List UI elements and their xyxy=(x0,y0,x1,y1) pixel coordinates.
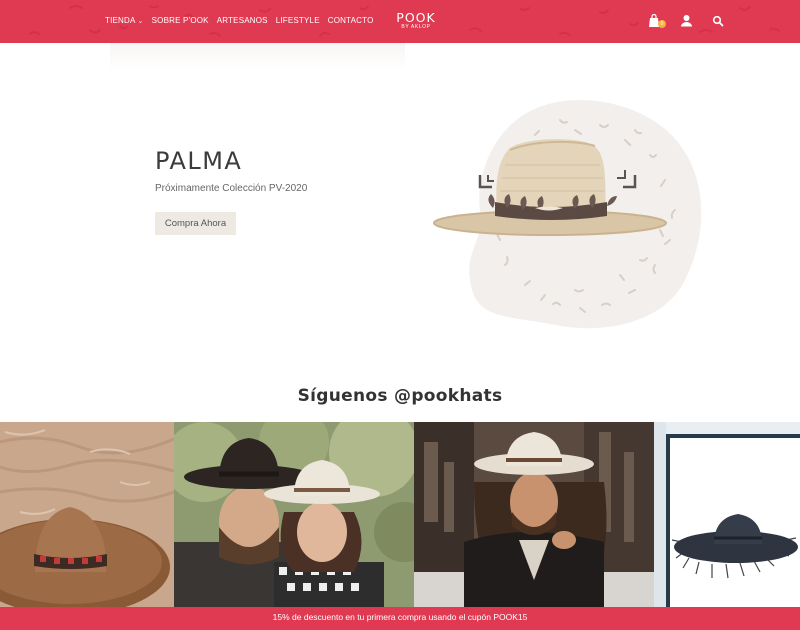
nav-item-contacto[interactable]: CONTACTO xyxy=(328,16,374,25)
nav-item-lifestyle[interactable]: LIFESTYLE xyxy=(276,16,320,25)
instagram-photo-hat-on-sand[interactable] xyxy=(0,422,174,608)
shopping-bag-icon[interactable]: 0 xyxy=(648,13,666,28)
user-icon[interactable] xyxy=(680,14,694,28)
header-icons: 0 xyxy=(648,13,726,28)
hero-subtitle: Próximamente Colección PV-2020 xyxy=(155,183,308,194)
promo-text: 15% de descuento en tu primera compra us… xyxy=(272,612,528,622)
nav-item-tienda[interactable]: TIENDA ⌄ xyxy=(105,16,144,25)
main-nav: TIENDA ⌄ SOBRE P'OOK ARTESANOS LIFESTYLE… xyxy=(105,16,374,25)
nav-item-sobre-pook[interactable]: SOBRE P'OOK xyxy=(152,16,209,25)
instagram-photo-man-with-hat[interactable] xyxy=(414,422,654,608)
search-icon[interactable] xyxy=(712,14,726,28)
previous-slide-fragment xyxy=(110,43,405,71)
follow-us-heading: Síguenos @pookhats xyxy=(297,386,503,406)
chevron-down-icon: ⌄ xyxy=(137,17,144,25)
nav-item-label: TIENDA xyxy=(105,16,136,25)
instagram-photo-black-hat[interactable] xyxy=(654,422,800,608)
logo-text: POOK xyxy=(396,10,436,25)
promo-bar: 15% de descuento en tu primera compra us… xyxy=(0,607,800,630)
instagram-photo-couple[interactable] xyxy=(174,422,414,608)
hero-hat-image xyxy=(425,90,715,335)
cart-count-badge: 0 xyxy=(658,20,666,28)
site-logo[interactable]: POOK BY AKLOP xyxy=(395,11,437,30)
site-header: TIENDA ⌄ SOBRE P'OOK ARTESANOS LIFESTYLE… xyxy=(0,0,800,43)
logo-subtext: BY AKLOP xyxy=(401,24,431,30)
instagram-gallery xyxy=(0,422,800,608)
nav-item-artesanos[interactable]: ARTESANOS xyxy=(217,16,268,25)
hero-title: PALMA xyxy=(155,147,243,175)
shop-now-button[interactable]: Compra Ahora xyxy=(155,212,236,235)
